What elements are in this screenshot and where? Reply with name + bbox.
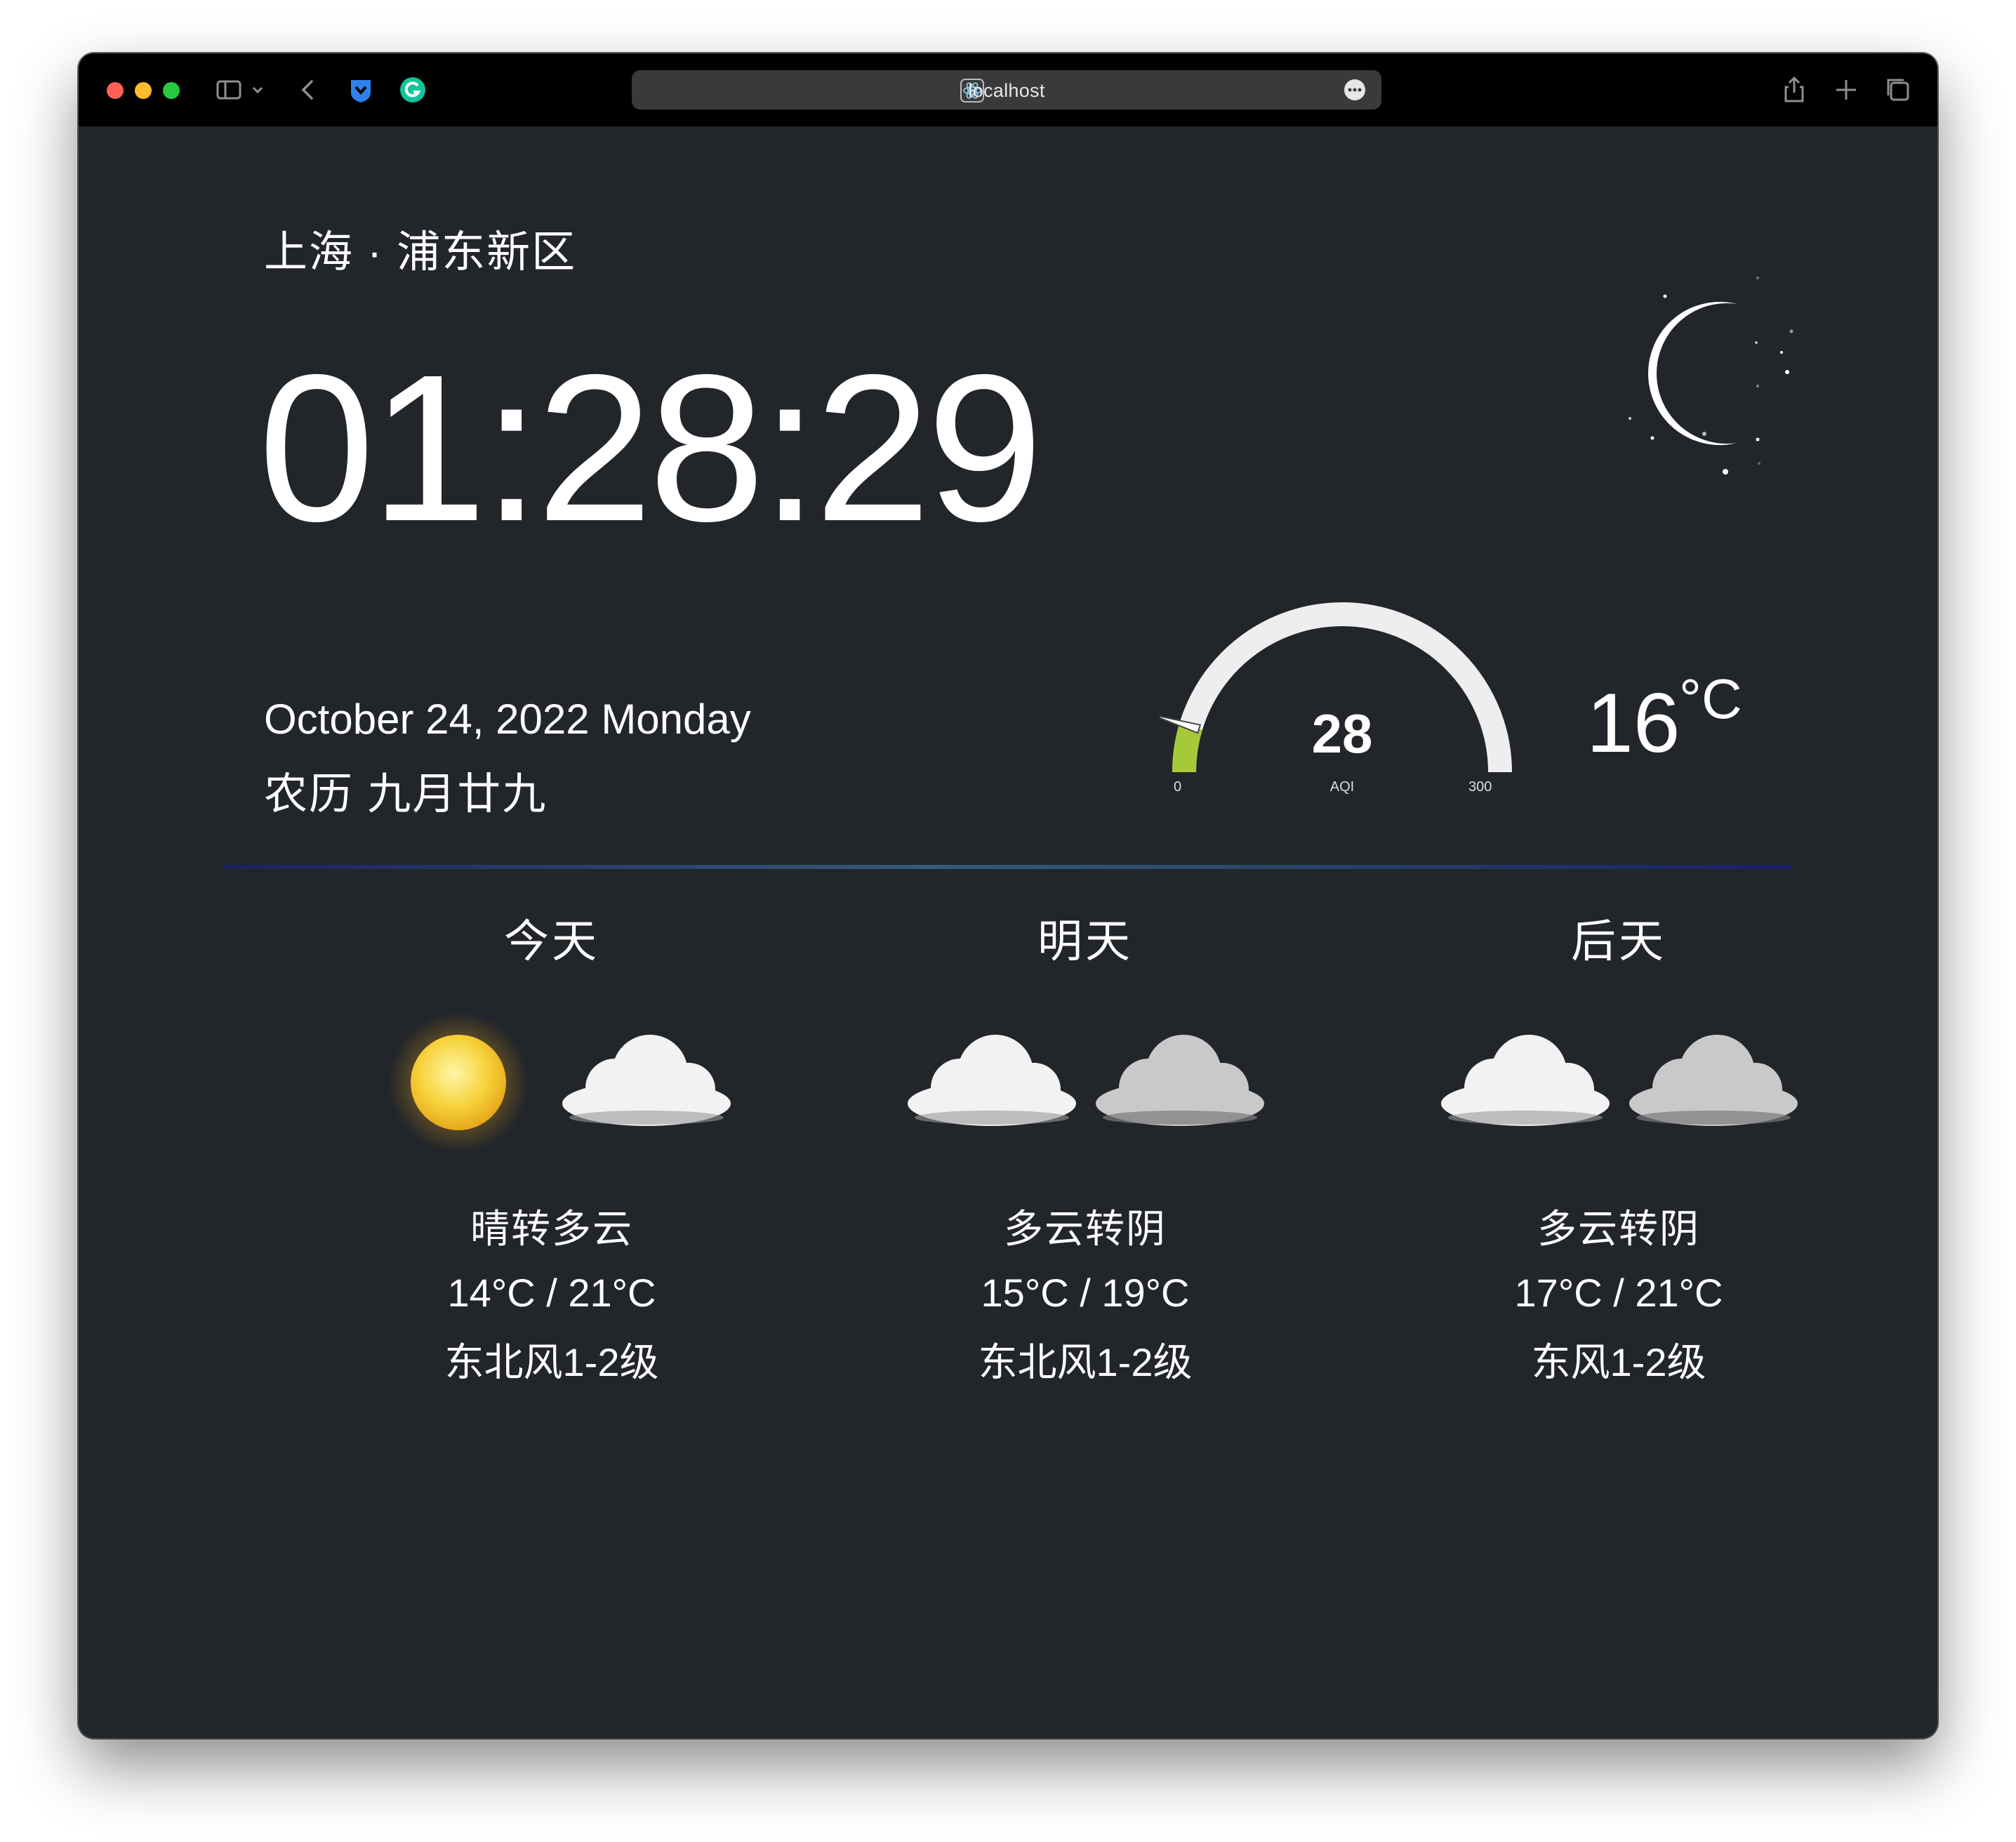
cloud-icon (562, 1035, 731, 1126)
location-label: 上海 · 浦东新区 (264, 228, 577, 277)
moon-icon (1629, 277, 1793, 475)
lunar-date-label: 农历 九月廿九 (264, 770, 548, 819)
sun-icon (388, 1012, 529, 1153)
forecast-wind: 东北风1-2级 (444, 1340, 659, 1384)
tab-overview-icon[interactable] (1883, 74, 1914, 105)
forecast-condition: 多云转阴 (1004, 1207, 1167, 1251)
overcast-cloud-icon (1096, 1035, 1264, 1126)
forecast-day-label: 后天 (1571, 916, 1666, 967)
more-icon[interactable] (1344, 79, 1366, 101)
aqi-min-label: 0 (1174, 779, 1182, 795)
clock: 01:28:29 (258, 331, 1043, 565)
forecast-today: 今天 晴转多云 14°C / 21°C 东北风1-2级 (299, 906, 804, 1388)
forecast-temperature-range: 17°C / 21°C (1514, 1271, 1723, 1315)
grammarly-icon[interactable] (397, 74, 428, 105)
forecast-condition: 晴转多云 (470, 1207, 633, 1251)
weather-dashboard: 上海 · 浦东新区 01:28:29 October 24, 2022 Mond… (79, 126, 1937, 1738)
share-icon[interactable] (1779, 74, 1810, 105)
aqi-max-label: 300 (1468, 779, 1492, 795)
sidebar-toggle-icon[interactable] (213, 74, 244, 105)
url-text[interactable]: localhost (632, 80, 1381, 102)
forecast-wind: 东北风1-2级 (978, 1340, 1193, 1384)
forecast-day-label: 明天 (1037, 916, 1133, 967)
overcast-cloud-icon (1629, 1035, 1798, 1126)
aqi-value: 28 (1311, 703, 1373, 764)
browser-window: localhost 上海 · 浦东新区 01:28:29 October 24,… (79, 53, 1937, 1738)
cloud-icon (908, 1035, 1076, 1126)
forecast-day-after-tomorrow: 后天 多云转阴 17°C / 21°C 东风1-2级 (1366, 906, 1871, 1388)
forecast-icons (299, 1005, 804, 1174)
shield-extension-icon[interactable] (345, 74, 376, 105)
forecast-tomorrow: 明天 多云转阴 15°C / 19°C 东北风1-2级 (833, 906, 1338, 1388)
forecast-temperature-range: 14°C / 21°C (447, 1271, 656, 1315)
forecast-day-label: 今天 (504, 916, 599, 967)
minimize-window-button[interactable] (135, 82, 152, 99)
divider (223, 865, 1793, 869)
close-window-button[interactable] (107, 82, 124, 99)
forecast-condition: 多云转阴 (1537, 1207, 1700, 1251)
zoom-window-button[interactable] (163, 82, 180, 99)
forecast-icons (833, 1005, 1338, 1174)
temperature-unit: °C (1679, 668, 1742, 730)
forecast-wind: 东风1-2级 (1531, 1340, 1706, 1384)
current-temperature: 16 (1586, 676, 1680, 770)
cloud-icon (1441, 1035, 1610, 1126)
forecast-temperature-range: 15°C / 19°C (981, 1271, 1190, 1315)
browser-toolbar: localhost (79, 53, 1937, 126)
address-bar[interactable]: localhost (632, 70, 1381, 110)
chevron-down-icon[interactable] (247, 74, 268, 105)
new-tab-icon[interactable] (1831, 74, 1862, 105)
forecast-icons (1366, 1005, 1871, 1174)
back-icon[interactable] (293, 74, 324, 105)
date-label: October 24, 2022 Monday (264, 696, 751, 743)
